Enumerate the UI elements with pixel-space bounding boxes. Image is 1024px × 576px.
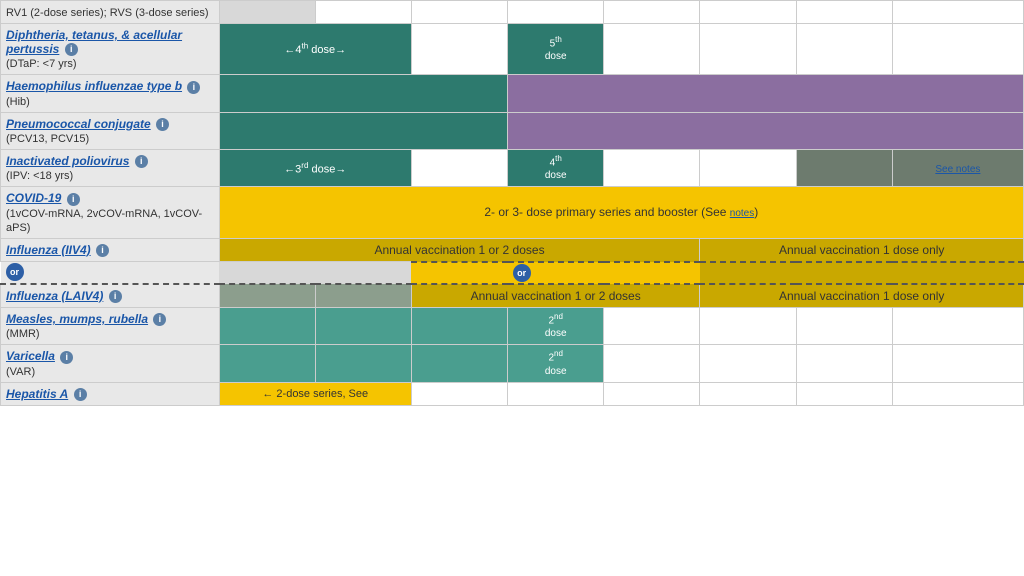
laiv4-annual-1-2: Annual vaccination 1 or 2 doses	[411, 284, 700, 308]
table-row: RV1 (2-dose series); RVS (3-dose series)	[1, 1, 1024, 24]
mmr-info-icon[interactable]: i	[153, 313, 166, 326]
ipv-subtext: (IPV: <18 yrs)	[6, 170, 73, 182]
vaccine-cell-covid: COVID-19 i (1vCOV-mRNA, 2vCOV-mRNA, 1vCO…	[1, 187, 220, 238]
ipv-name[interactable]: Inactivated poliovirus	[6, 154, 129, 168]
laiv4-grey1	[219, 284, 315, 308]
covid-name[interactable]: COVID-19	[6, 191, 61, 205]
laiv4-info-icon[interactable]: i	[109, 290, 122, 303]
hib-subtext: (Hib)	[6, 96, 30, 108]
mmr-dose2: 2nddose	[508, 307, 604, 344]
vaccine-cell-mmr: Measles, mumps, rubella i (MMR)	[1, 307, 220, 344]
pcv-name[interactable]: Pneumococcal conjugate	[6, 117, 151, 131]
mmr-subtext: (MMR)	[6, 328, 40, 340]
vaccine-cell-rv: RV1 (2-dose series); RVS (3-dose series)	[1, 1, 220, 24]
varicella-subtext: (VAR)	[6, 366, 35, 378]
varicella-info-icon[interactable]: i	[60, 351, 73, 364]
dtap-info-icon[interactable]: i	[65, 43, 78, 56]
laiv4-name[interactable]: Influenza (LAIV4)	[6, 289, 103, 303]
vaccine-cell-hib: Haemophilus influenzae type b i (Hib)	[1, 75, 220, 112]
hepa-info-icon[interactable]: i	[74, 388, 87, 401]
table-row: Influenza (LAIV4) i Annual vaccination 1…	[1, 284, 1024, 308]
table-row: Pneumococcal conjugate i (PCV13, PCV15)	[1, 112, 1024, 149]
hib-info-icon[interactable]: i	[187, 81, 200, 94]
dtap-dose4: ←4th dose→	[219, 24, 411, 75]
iiv4-annual-1-2: Annual vaccination 1 or 2 doses	[219, 238, 700, 262]
covid-info-icon[interactable]: i	[67, 193, 80, 206]
or-badge: or	[6, 263, 24, 281]
vaccine-cell-hepa: Hepatitis A i	[1, 382, 220, 405]
covid-notes-link[interactable]: notes	[730, 208, 754, 219]
table-row: Measles, mumps, rubella i (MMR) 2nddose	[1, 307, 1024, 344]
laiv4-annual-1: Annual vaccination 1 dose only	[700, 284, 1024, 308]
varicella-dose2: 2nddose	[508, 345, 604, 382]
table-row: Varicella i (VAR) 2nddose	[1, 345, 1024, 382]
covid-subtext: (1vCOV-mRNA, 2vCOV-mRNA, 1vCOV-aPS)	[6, 208, 202, 234]
influenza-or-separator: or or	[1, 262, 1024, 284]
mmr-name[interactable]: Measles, mumps, rubella	[6, 312, 148, 326]
table-row: Inactivated poliovirus i (IPV: <18 yrs) …	[1, 149, 1024, 186]
ipv-info-icon[interactable]: i	[135, 155, 148, 168]
vaccine-cell-dtap: Diphtheria, tetanus, & acellular pertuss…	[1, 24, 220, 75]
vaccine-cell-pcv: Pneumococcal conjugate i (PCV13, PCV15)	[1, 112, 220, 149]
hib-name[interactable]: Haemophilus influenzae type b	[6, 79, 182, 93]
hepa-2dose: ← 2-dose series, See	[219, 382, 411, 405]
vaccination-schedule-table: RV1 (2-dose series); RVS (3-dose series)…	[0, 0, 1024, 406]
table-row: Hepatitis A i ← 2-dose series, See	[1, 382, 1024, 405]
pcv-subtext: (PCV13, PCV15)	[6, 133, 89, 145]
pcv-teal	[219, 112, 508, 149]
iiv4-annual-1: Annual vaccination 1 dose only	[700, 238, 1024, 262]
table-row: COVID-19 i (1vCOV-mRNA, 2vCOV-mRNA, 1vCO…	[1, 187, 1024, 238]
table-row: Influenza (IIV4) i Annual vaccination 1 …	[1, 238, 1024, 262]
vaccine-cell-laiv4: Influenza (LAIV4) i	[1, 284, 220, 308]
hepa-name[interactable]: Hepatitis A	[6, 387, 68, 401]
iiv4-info-icon[interactable]: i	[96, 244, 109, 257]
dtap-subtext: (DTaP: <7 yrs)	[6, 58, 77, 70]
varicella-name[interactable]: Varicella	[6, 349, 55, 363]
hib-teal	[219, 75, 508, 112]
pcv-info-icon[interactable]: i	[156, 118, 169, 131]
table-row: Haemophilus influenzae type b i (Hib)	[1, 75, 1024, 112]
hib-purple	[508, 75, 1024, 112]
vaccine-cell-varicella: Varicella i (VAR)	[1, 345, 220, 382]
laiv4-grey2	[315, 284, 411, 308]
ipv-dose4: 4thdose	[508, 149, 604, 186]
rv-subtext: RV1 (2-dose series); RVS (3-dose series)	[6, 7, 209, 19]
ipv-see-notes: See notes	[892, 149, 1023, 186]
vaccine-cell-iiv4: Influenza (IIV4) i	[1, 238, 220, 262]
ipv-dose3: ←3rd dose→	[219, 149, 411, 186]
dtap-dose5: 5thdose	[508, 24, 604, 75]
or-badge-2: or	[513, 264, 531, 282]
iiv4-name[interactable]: Influenza (IIV4)	[6, 243, 91, 257]
dtap-name[interactable]: Diphtheria, tetanus, & acellular pertuss…	[6, 28, 182, 56]
covid-description: 2- or 3- dose primary series and booster…	[219, 187, 1023, 238]
vaccine-cell-ipv: Inactivated poliovirus i (IPV: <18 yrs)	[1, 149, 220, 186]
pcv-purple	[508, 112, 1024, 149]
table-row: Diphtheria, tetanus, & acellular pertuss…	[1, 24, 1024, 75]
